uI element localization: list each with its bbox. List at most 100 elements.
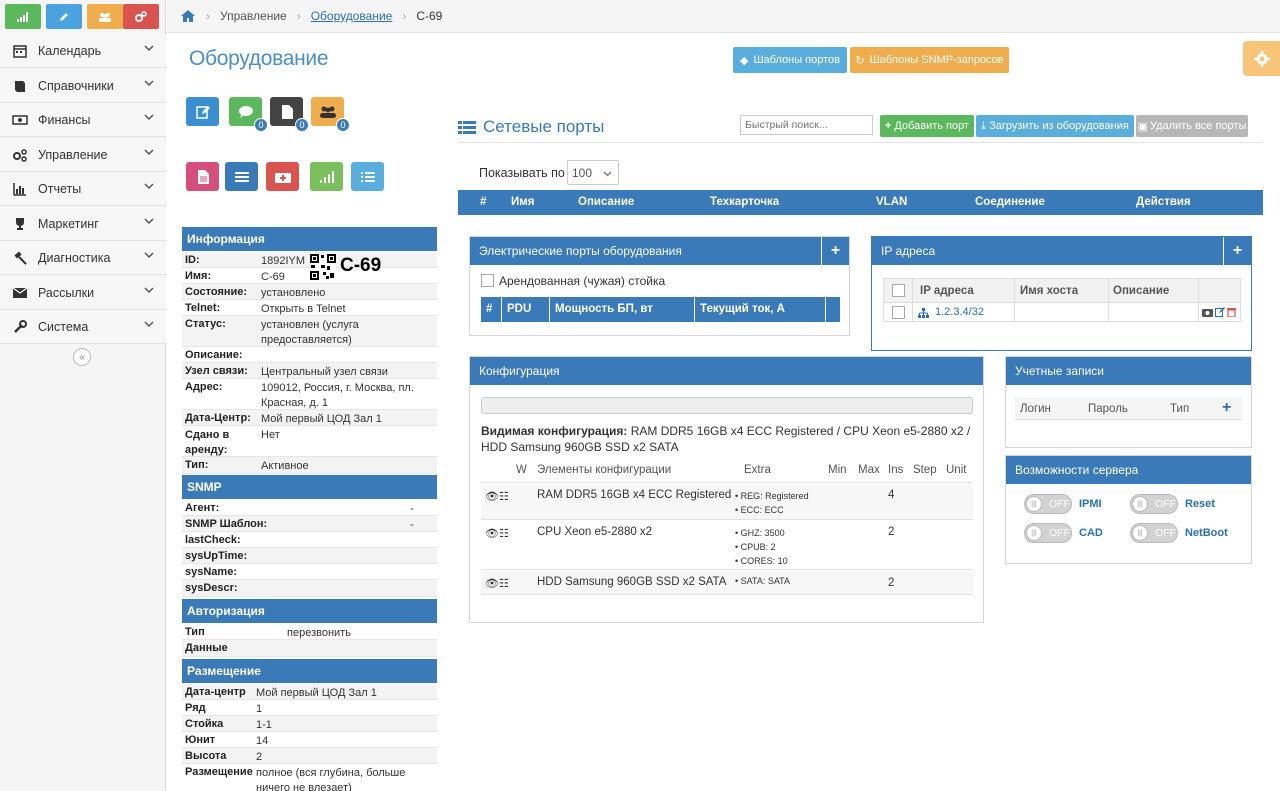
pencil-icon xyxy=(60,12,68,21)
sidebar-item-calendar[interactable]: Календарь xyxy=(0,34,166,68)
edit-button[interactable] xyxy=(46,4,82,29)
sidebar-item-finance[interactable]: Финансы xyxy=(0,103,166,137)
rented-rack-checkbox[interactable] xyxy=(481,274,494,287)
file-button[interactable] xyxy=(186,162,219,191)
field-label: Агент: xyxy=(185,502,220,514)
settings-button[interactable] xyxy=(123,4,159,29)
list-button[interactable] xyxy=(225,162,258,191)
column-header: Действия xyxy=(1136,196,1191,208)
stats-button[interactable] xyxy=(5,4,41,29)
sidebar-item-marketing[interactable]: Маркетинг xyxy=(0,207,166,241)
column-divider xyxy=(549,297,550,322)
add-electric-port-button[interactable]: + xyxy=(821,237,849,265)
column-divider xyxy=(1014,303,1015,322)
server-capabilities-panel: Возможности сервера ||| OFF IPMI ||| OFF R… xyxy=(1005,455,1252,564)
ip-header: IP адреса + xyxy=(872,237,1251,265)
sidebar-item-label: Маркетинг xyxy=(38,216,99,231)
field-label: Тип: xyxy=(185,459,209,471)
telnet-link[interactable]: Открыть в Telnet xyxy=(261,302,346,317)
reset-toggle[interactable]: ||| OFF xyxy=(1130,494,1178,514)
edit-equipment-button[interactable] xyxy=(186,97,219,126)
placement-row-datacenter: Дата-центр Мой первый ЦОД Зал 1 xyxy=(182,684,437,700)
eye-icon[interactable]: 👁 xyxy=(485,527,499,540)
sidebar-item-management[interactable]: Управление xyxy=(0,138,166,172)
netboot-toggle[interactable]: ||| OFF xyxy=(1130,523,1178,543)
page-settings-button[interactable] xyxy=(1243,41,1280,76)
row-checkbox[interactable] xyxy=(892,306,905,319)
eye-icon[interactable]: 👁 xyxy=(485,577,499,590)
clients-button[interactable]: 0 xyxy=(311,97,350,132)
toggle-knob: ||| xyxy=(1026,496,1042,512)
signal-button[interactable] xyxy=(310,162,343,191)
field-label: lastCheck: xyxy=(185,534,241,546)
sidebar-item-diagnostics[interactable]: Диагностика xyxy=(0,241,166,275)
add-account-button[interactable]: + xyxy=(1222,399,1231,417)
home-icon[interactable] xyxy=(180,9,196,23)
ipmi-toggle[interactable]: ||| OFF xyxy=(1024,494,1072,514)
documents-button[interactable]: 0 xyxy=(270,97,309,132)
page-size-select[interactable]: 100 xyxy=(567,160,619,185)
snmp-templates-button[interactable]: ↻ Шаблоны SNMP-запросов xyxy=(850,47,1009,73)
file-text-icon xyxy=(197,169,209,184)
load-from-equipment-button[interactable]: ⤓ Загрузить из оборудования xyxy=(976,115,1134,137)
download-icon: ⤓ xyxy=(981,119,987,132)
sliders-icon[interactable]: ☷ xyxy=(499,577,509,590)
column-divider xyxy=(694,297,695,322)
port-templates-button[interactable]: ◆ Шаблоны портов xyxy=(733,47,847,73)
field-value: установлен (услуга предоставляется) xyxy=(261,319,359,346)
field-value: Активное xyxy=(261,460,309,472)
sidebar-item-mailings[interactable]: Рассылки xyxy=(0,276,166,310)
field-label: ID: xyxy=(185,254,200,266)
panel-title: Конфигурация xyxy=(479,364,560,378)
users-button[interactable] xyxy=(87,4,123,29)
ip-address-link[interactable]: 1.2.3.4/32 xyxy=(935,306,984,318)
electric-ports-header: Электрические порты оборудования + xyxy=(470,237,849,265)
cad-toggle[interactable]: ||| OFF xyxy=(1024,523,1072,543)
column-header: Описание xyxy=(578,196,635,208)
breadcrumb-item-management: Управление xyxy=(220,9,287,23)
column-divider xyxy=(1014,279,1015,304)
plus-icon: + xyxy=(884,120,892,132)
column-header: Extra xyxy=(744,464,771,476)
trash-icon: ▣ xyxy=(1137,120,1149,133)
field-value: полное (вся глубина, больше ничего не вл… xyxy=(256,767,406,791)
edit-icon[interactable] xyxy=(1215,307,1225,317)
config-ins-value: 4 xyxy=(888,489,895,501)
ports-search-input[interactable] xyxy=(740,115,873,135)
field-label: Состояние: xyxy=(185,286,248,298)
sliders-icon[interactable]: ☷ xyxy=(499,490,509,503)
add-port-button[interactable]: + Добавить порт xyxy=(880,115,974,137)
trash-icon[interactable] xyxy=(1227,307,1236,317)
bulleted-list-button[interactable] xyxy=(351,162,384,191)
comments-button[interactable]: 0 xyxy=(229,97,268,132)
select-all-checkbox[interactable] xyxy=(892,284,905,297)
camera-icon[interactable] xyxy=(1202,307,1213,317)
auth-row-data: Данные xyxy=(182,640,437,657)
visible-config-label: Видимая конфигурация: xyxy=(481,424,628,438)
info-row-datacenter: Дата-Центр: Мой первый ЦОД Зал 1 xyxy=(182,410,437,426)
field-value: 14 xyxy=(256,735,269,747)
node-link[interactable]: Центральный узел связи xyxy=(261,365,388,380)
column-header: Техкарточка xyxy=(710,196,780,208)
eye-icon[interactable]: 👁 xyxy=(485,490,499,503)
column-header: PDU xyxy=(507,303,532,315)
config-element-name: HDD Samsung 960GB SSD x2 SATA xyxy=(537,576,727,588)
panel-title: Возможности сервера xyxy=(1015,463,1139,477)
sidebar-collapse-button[interactable]: « xyxy=(73,348,91,366)
sliders-icon[interactable]: ☷ xyxy=(499,527,509,540)
column-header: Логин xyxy=(1020,403,1051,415)
info-row-description: Описание: xyxy=(182,347,437,363)
sidebar-item-references[interactable]: Справочники xyxy=(0,69,166,103)
add-ip-button[interactable]: + xyxy=(1223,237,1251,265)
medkit-button[interactable] xyxy=(266,162,299,191)
field-label: Данные xyxy=(185,642,228,654)
add-port-label: Добавить порт xyxy=(894,120,970,132)
column-divider xyxy=(1198,279,1199,304)
sidebar-item-system[interactable]: Система xyxy=(0,310,166,344)
page-size-label: Показывать по xyxy=(479,166,565,180)
load-label: Загрузить из оборудования xyxy=(989,120,1129,132)
delete-all-ports-button[interactable]: ▣ Удалить все порты xyxy=(1136,115,1248,137)
sidebar-item-reports[interactable]: Отчеты xyxy=(0,172,166,206)
breadcrumb-item-equipment[interactable]: Оборудование xyxy=(311,9,393,23)
column-divider xyxy=(1108,303,1109,322)
